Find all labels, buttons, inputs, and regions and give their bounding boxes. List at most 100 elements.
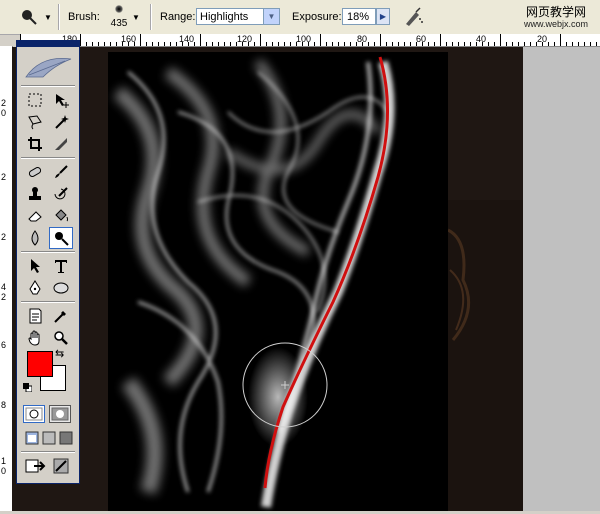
pasteboard <box>523 47 600 511</box>
brush-icon <box>55 165 68 178</box>
slice-tool[interactable] <box>49 133 73 155</box>
notes-tool[interactable] <box>23 305 47 327</box>
tool-divider <box>21 157 75 159</box>
brush-tip-icon <box>115 5 123 13</box>
hand-tool[interactable] <box>23 327 47 349</box>
type-tool[interactable] <box>49 255 73 277</box>
marquee-icon <box>28 93 42 107</box>
foreground-color-swatch[interactable] <box>27 351 53 377</box>
zoom-icon <box>54 331 68 345</box>
tool-divider <box>21 251 75 253</box>
brush-tool[interactable] <box>49 161 73 183</box>
eraser-tool[interactable] <box>23 205 47 227</box>
swap-colors-icon[interactable]: ⇆ <box>55 347 64 360</box>
ellipse-tool[interactable] <box>49 277 73 299</box>
bucket-tool[interactable] <box>49 205 73 227</box>
ruler-label: 1 <box>1 456 7 466</box>
standard-screen-icon <box>25 431 39 445</box>
standard-screen-button[interactable] <box>25 431 39 445</box>
healing-icon <box>28 167 42 177</box>
quick-mask-button[interactable] <box>49 405 71 423</box>
full-screen-icon <box>59 431 73 445</box>
lasso-tool[interactable] <box>23 111 47 133</box>
exposure-value: 18% <box>347 11 370 23</box>
crop-icon <box>28 137 42 151</box>
dodge-icon <box>55 232 69 246</box>
eyedropper-icon <box>54 311 66 323</box>
marquee-tool[interactable] <box>23 89 47 111</box>
magic-wand-tool[interactable] <box>49 111 73 133</box>
ruler-label: 2 <box>1 172 7 182</box>
exposure-slider-button[interactable]: ▶ <box>376 8 390 25</box>
pen-icon <box>29 280 41 295</box>
crop-tool[interactable] <box>23 133 47 155</box>
standard-mode-button[interactable] <box>23 405 45 423</box>
brush-picker[interactable]: 435 <box>108 2 130 32</box>
stamp-icon <box>29 187 41 200</box>
magic-wand-icon <box>55 115 69 129</box>
range-label: Range: <box>160 11 196 23</box>
ruler-label: 60 <box>416 34 427 44</box>
chevron-down-icon[interactable]: ▼ <box>132 13 140 22</box>
ruler-label: 140 <box>179 34 195 44</box>
toolbox-titlebar[interactable] <box>17 41 79 47</box>
range-value: Highlights <box>200 11 249 23</box>
eyedropper-tool[interactable] <box>49 305 73 327</box>
tool-divider <box>21 85 75 87</box>
feather-logo[interactable] <box>21 51 75 81</box>
stamp-tool[interactable] <box>23 183 47 205</box>
healing-tool[interactable] <box>23 161 47 183</box>
jump-to-imageready-button[interactable] <box>23 455 47 477</box>
default-colors-icon[interactable] <box>23 383 32 392</box>
ruler-label: 2 <box>1 292 7 302</box>
separator <box>58 4 60 30</box>
dodge-tool[interactable] <box>49 227 73 249</box>
range-select[interactable]: Highlights ▼ <box>196 8 280 25</box>
dodge-tool-icon <box>22 10 37 25</box>
watermark: 网页教学网 www.webjx.com <box>524 6 588 30</box>
airbrush-toggle[interactable] <box>402 6 424 28</box>
full-screen-menu-button[interactable] <box>42 431 56 445</box>
history-brush-tool[interactable] <box>49 183 73 205</box>
slice-icon <box>55 138 67 150</box>
ruler-label: 4 <box>1 282 7 292</box>
quick-mask-icon <box>51 407 69 421</box>
ruler-label: 160 <box>121 34 137 44</box>
exposure-label: Exposure: <box>292 11 342 23</box>
ruler-label: 0 <box>1 466 7 476</box>
blur-tool[interactable] <box>23 227 47 249</box>
watermark-site: www.webjx.com <box>523 19 588 29</box>
chevron-down-icon[interactable]: ▼ <box>44 13 52 22</box>
full-screen-button[interactable] <box>59 431 73 445</box>
zoom-tool[interactable] <box>49 327 73 349</box>
lasso-icon <box>28 115 42 130</box>
move-tool[interactable] <box>49 89 73 111</box>
ellipse-icon <box>53 282 69 294</box>
ruler-label: 6 <box>1 340 7 350</box>
bucket-icon <box>55 209 68 222</box>
chevron-down-icon[interactable]: ▼ <box>263 9 279 24</box>
tool-preset-picker[interactable] <box>20 8 38 26</box>
ruler-label: 80 <box>357 34 368 44</box>
smoke-image[interactable] <box>108 52 448 511</box>
brush-size: 435 <box>110 18 128 29</box>
exposure-input[interactable]: 18% <box>342 8 376 25</box>
watermark-title: 网页教学网 <box>525 5 586 19</box>
imageready-button[interactable] <box>49 455 73 477</box>
full-screen-menu-icon <box>42 431 56 445</box>
pen-tool[interactable] <box>23 277 47 299</box>
standard-mode-icon <box>25 407 43 421</box>
ruler-label: 100 <box>296 34 312 44</box>
smoke-artwork <box>108 52 448 511</box>
ruler-label: 40 <box>476 34 487 44</box>
path-select-icon <box>31 259 40 273</box>
ruler-label: 120 <box>237 34 253 44</box>
brush-label: Brush: <box>68 11 100 23</box>
toolbox: ⇆ <box>16 40 80 484</box>
ruler-label: 8 <box>1 400 7 410</box>
ruler-label: 0 <box>1 108 7 118</box>
path-select-tool[interactable] <box>23 255 47 277</box>
ruler-label: 2 <box>1 232 7 242</box>
horizontal-ruler: 180 160 140 120 100 80 60 40 20 <box>20 34 600 47</box>
imageready-icon <box>53 458 69 474</box>
